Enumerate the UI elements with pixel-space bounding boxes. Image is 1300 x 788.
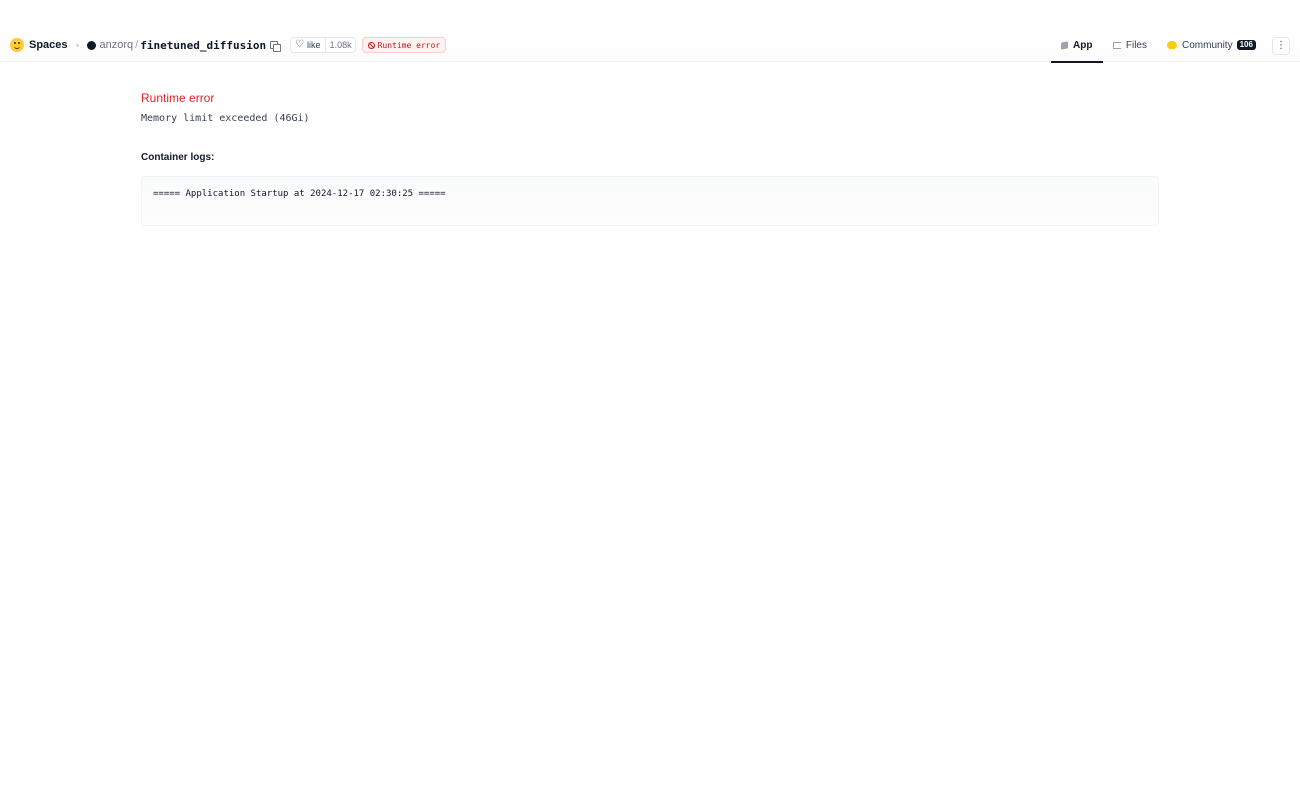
more-options-button[interactable]: ⋮ xyxy=(1272,37,1290,55)
status-badge: Runtime error xyxy=(361,37,447,53)
error-message: Memory limit exceeded (46Gi) xyxy=(141,113,310,124)
owner-avatar[interactable] xyxy=(86,40,96,50)
repo-name-link[interactable]: finetuned_diffusion xyxy=(140,39,266,52)
tab-files-label: Files xyxy=(1125,39,1147,51)
spaces-link[interactable]: Spaces xyxy=(29,39,68,51)
log-line: ===== Application Startup at 2024-12-17 … xyxy=(153,189,446,199)
community-icon xyxy=(1167,41,1177,49)
tab-community-label: Community xyxy=(1182,39,1233,51)
like-label: like xyxy=(307,40,321,50)
tab-app-label: App xyxy=(1073,39,1093,51)
container-logs[interactable]: ===== Application Startup at 2024-12-17 … xyxy=(141,176,1159,226)
container-logs-label: Container logs: xyxy=(141,152,215,163)
tab-community[interactable]: Community 106 xyxy=(1157,28,1267,62)
owner-link[interactable]: anzorq xyxy=(100,39,134,51)
ban-icon xyxy=(367,41,375,49)
separator-dot xyxy=(75,43,79,47)
tab-app[interactable]: App xyxy=(1051,28,1103,63)
status-label: Runtime error xyxy=(377,40,441,50)
error-title: Runtime error xyxy=(141,91,215,105)
error-panel: Runtime error Memory limit exceeded (46G… xyxy=(141,90,1159,226)
copy-icon[interactable] xyxy=(270,40,282,52)
like-button[interactable]: ♡ like 1.08k xyxy=(290,37,356,53)
tab-files[interactable]: Files xyxy=(1103,28,1157,62)
cube-icon xyxy=(1061,40,1068,50)
breadcrumb: Spaces anzorq / finetuned_diffusion ♡ li… xyxy=(10,36,447,54)
community-count-badge: 106 xyxy=(1236,40,1256,50)
heart-icon: ♡ xyxy=(295,39,305,50)
like-count[interactable]: 1.08k xyxy=(324,38,355,52)
files-icon xyxy=(1113,41,1121,49)
space-tabs: App Files Community 106 xyxy=(1051,28,1267,63)
breadcrumb-slash: / xyxy=(135,39,139,51)
huggingface-logo-icon[interactable] xyxy=(10,38,24,52)
more-vertical-icon: ⋮ xyxy=(1276,40,1286,51)
space-header: Spaces anzorq / finetuned_diffusion ♡ li… xyxy=(0,28,1300,63)
